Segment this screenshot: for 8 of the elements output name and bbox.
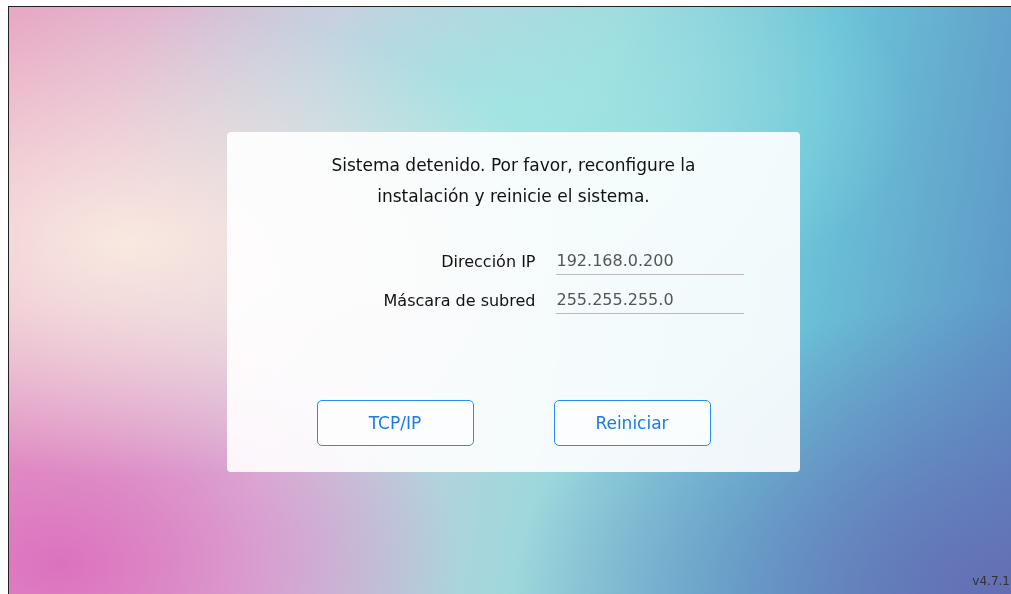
action-button[interactable]: Reiniciar xyxy=(553,400,711,446)
field-label: Máscara de subred xyxy=(382,290,536,312)
input-field[interactable]: 255.255.255.0 xyxy=(555,287,744,314)
field-label: Dirección IP xyxy=(440,251,536,273)
input-field[interactable]: 192.168.0.200 xyxy=(555,248,744,275)
action-button[interactable]: TCP/IP xyxy=(316,400,474,446)
message-text: Sistema detenido. Por favor, reconfigure la instalación y reinicie el sistema. xyxy=(330,154,697,208)
version-text: v4.7.1 xyxy=(972,574,1011,588)
